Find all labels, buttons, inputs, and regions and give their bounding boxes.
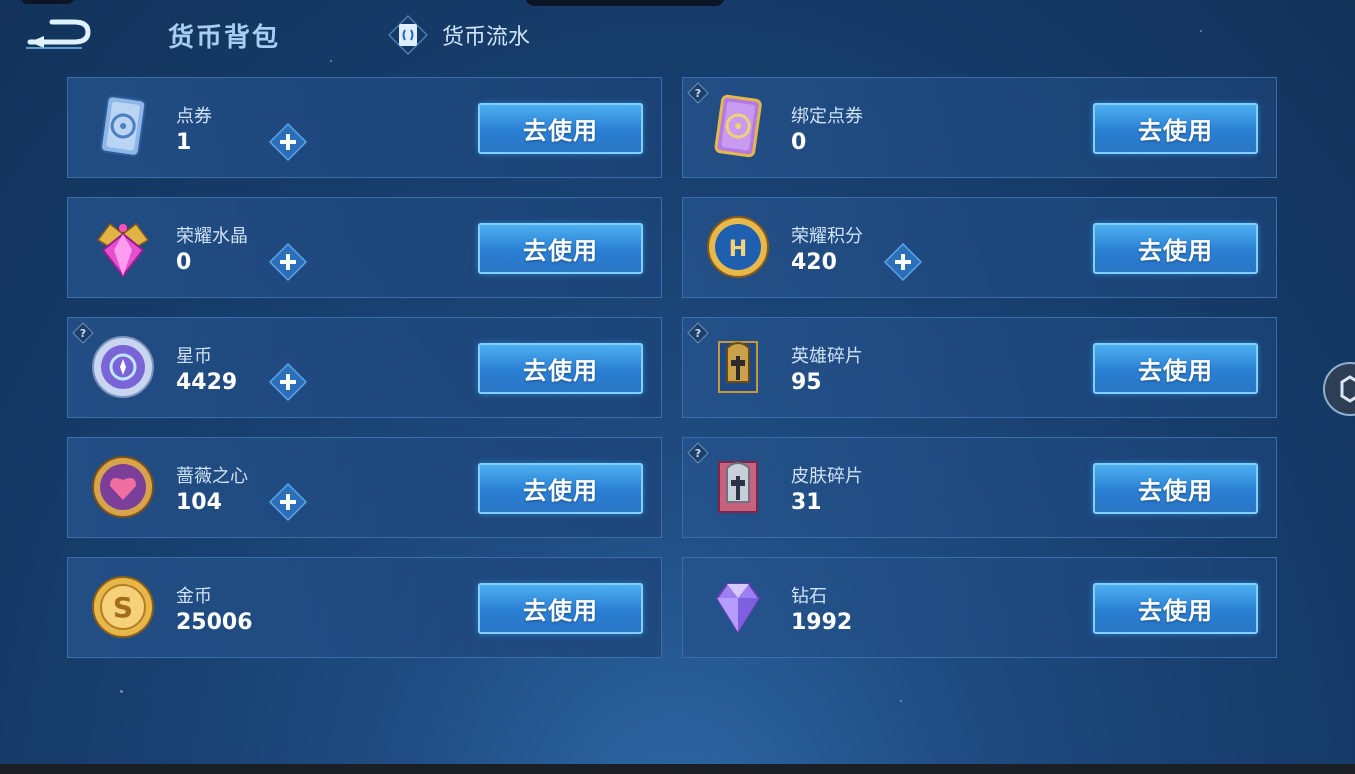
currency-card: ? 皮肤碎片 31 去使用 <box>682 437 1277 538</box>
currency-count: 1992 <box>791 610 853 635</box>
currency-count: 95 <box>791 370 822 395</box>
currency-name: 蔷薇之心 <box>176 466 248 487</box>
currency-card: ? 绑定点券 0 去使用 <box>682 77 1277 178</box>
use-button[interactable]: 去使用 <box>1093 103 1258 154</box>
currency-flow-tab[interactable]: 货币流水 <box>388 15 530 55</box>
currency-backpack-screen: 货币背包 货币流水 点券 1 去使用? 绑定点券 0 去使用 荣耀水晶 0 去使用 H 荣耀积分 42… <box>0 0 1355 774</box>
svg-text:S: S <box>113 591 133 624</box>
svg-text:?: ? <box>80 327 86 340</box>
svg-text:?: ? <box>695 447 701 460</box>
back-button[interactable] <box>22 14 92 54</box>
gold-coin-icon: S <box>88 572 158 642</box>
use-button[interactable]: 去使用 <box>1093 583 1258 634</box>
currency-count: 0 <box>176 250 192 275</box>
use-button[interactable]: 去使用 <box>478 583 643 634</box>
currency-card: 蔷薇之心 104 去使用 <box>67 437 662 538</box>
bound-coupon-ticket-icon <box>703 92 773 162</box>
svg-text:H: H <box>729 237 747 262</box>
star-coin-icon <box>88 332 158 402</box>
currency-name: 绑定点券 <box>791 106 863 127</box>
currency-name: 点券 <box>176 106 212 127</box>
currency-flow-label: 货币流水 <box>442 25 531 50</box>
currency-name: 金币 <box>176 586 212 607</box>
svg-text:?: ? <box>695 327 701 340</box>
currency-name: 荣耀积分 <box>791 226 863 247</box>
screen-notch <box>525 0 725 6</box>
glory-points-icon: H <box>703 212 773 282</box>
glory-crystal-icon <box>88 212 158 282</box>
diamond-icon <box>703 572 773 642</box>
back-arrow-icon <box>26 19 91 49</box>
currency-count: 104 <box>176 490 222 515</box>
add-currency-button[interactable] <box>268 482 308 522</box>
rose-heart-icon <box>88 452 158 522</box>
currency-flow-icon <box>388 15 428 55</box>
svg-text:?: ? <box>695 87 701 100</box>
currency-count: 1 <box>176 130 192 155</box>
skin-fragment-icon <box>703 452 773 522</box>
currency-card: ? 英雄碎片 95 去使用 <box>682 317 1277 418</box>
currency-card: ? 星币 4429 去使用 <box>67 317 662 418</box>
currency-card: H 荣耀积分 420 去使用 <box>682 197 1277 298</box>
currency-card: 钻石 1992 去使用 <box>682 557 1277 658</box>
currency-name: 荣耀水晶 <box>176 226 248 247</box>
coupon-ticket-icon <box>88 92 158 162</box>
bottom-bar <box>0 764 1355 774</box>
currency-card: S 金币 25006 去使用 <box>67 557 662 658</box>
currency-count: 25006 <box>176 610 253 635</box>
currency-card: 荣耀水晶 0 去使用 <box>67 197 662 298</box>
add-currency-button[interactable] <box>268 122 308 162</box>
screen-notch-left <box>20 0 75 4</box>
use-button[interactable]: 去使用 <box>478 223 643 274</box>
add-currency-button[interactable] <box>268 242 308 282</box>
currency-count: 31 <box>791 490 822 515</box>
add-currency-button[interactable] <box>883 242 923 282</box>
hero-fragment-icon <box>703 332 773 402</box>
use-button[interactable]: 去使用 <box>1093 223 1258 274</box>
hexagon-menu-icon <box>1323 362 1355 416</box>
use-button[interactable]: 去使用 <box>1093 343 1258 394</box>
sparkle <box>330 60 332 62</box>
currency-count: 420 <box>791 250 837 275</box>
currency-name: 皮肤碎片 <box>791 466 863 487</box>
floating-menu-button[interactable] <box>1322 362 1355 416</box>
add-currency-button[interactable] <box>268 362 308 402</box>
use-button[interactable]: 去使用 <box>478 343 643 394</box>
use-button[interactable]: 去使用 <box>478 463 643 514</box>
page-title: 货币背包 <box>168 23 281 53</box>
use-button[interactable]: 去使用 <box>478 103 643 154</box>
currency-name: 钻石 <box>791 586 827 607</box>
currency-name: 星币 <box>176 346 212 367</box>
sparkle <box>120 690 123 693</box>
use-button[interactable]: 去使用 <box>1093 463 1258 514</box>
currency-count: 0 <box>791 130 807 155</box>
currency-name: 英雄碎片 <box>791 346 863 367</box>
currency-count: 4429 <box>176 370 238 395</box>
currency-card: 点券 1 去使用 <box>67 77 662 178</box>
sparkle <box>900 700 902 702</box>
sparkle <box>1200 30 1202 32</box>
